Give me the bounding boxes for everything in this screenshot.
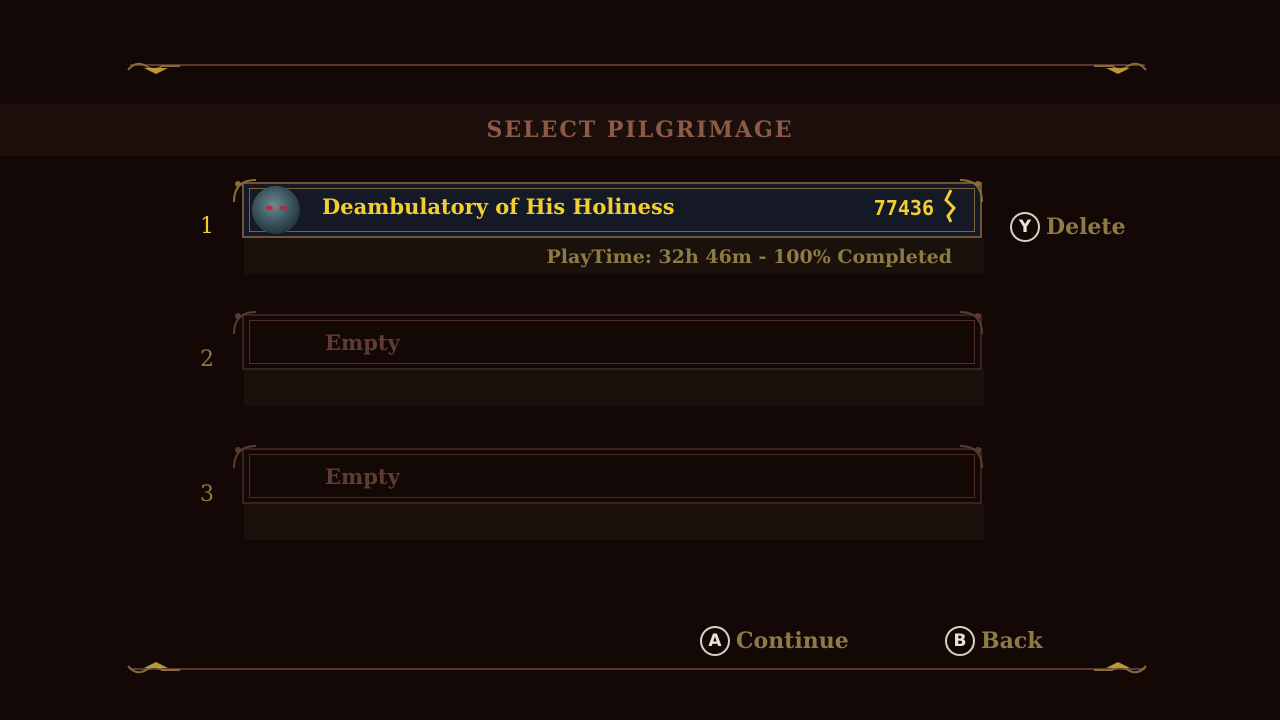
- top-left-ornament-icon: [127, 62, 180, 74]
- top-right-ornament-icon: [1094, 62, 1147, 74]
- save-slot-3[interactable]: Empty: [230, 442, 1000, 542]
- slot-details-panel: [244, 504, 984, 540]
- corner-ornament-icon: [233, 311, 257, 335]
- continue-label: Continue: [736, 628, 849, 654]
- corner-ornament-icon: [959, 445, 983, 469]
- b-button-icon: B: [945, 626, 975, 656]
- slot-number-2: 2: [200, 347, 214, 372]
- corner-ornament-icon: [233, 179, 257, 203]
- slot-details-panel: [244, 370, 984, 406]
- slot-name: Empty: [325, 464, 400, 489]
- bottom-frame-line: [130, 668, 1145, 670]
- delete-label: Delete: [1046, 214, 1126, 240]
- page-title: SELECT PILGRIMAGE: [486, 117, 794, 143]
- slot-name: Empty: [325, 330, 400, 355]
- save-slot-2[interactable]: Empty: [230, 308, 1000, 408]
- slot-name: Deambulatory of His Holiness: [322, 194, 675, 219]
- back-label: Back: [981, 628, 1043, 654]
- a-button-icon: A: [700, 626, 730, 656]
- y-button-icon: Y: [1010, 212, 1040, 242]
- corner-ornament-icon: [959, 179, 983, 203]
- delete-button[interactable]: Y Delete: [1010, 212, 1126, 242]
- playtime-status: PlayTime: 32h 46m - 100% Completed: [546, 246, 952, 268]
- back-button[interactable]: B Back: [945, 626, 1043, 656]
- top-frame-line: [130, 64, 1145, 66]
- slot-number-1: 1: [200, 214, 214, 239]
- corner-ornament-icon: [233, 445, 257, 469]
- continue-button[interactable]: A Continue: [700, 626, 849, 656]
- bottom-left-ornament-icon: [127, 662, 180, 674]
- slot-number-3: 3: [200, 482, 214, 507]
- save-slot-1[interactable]: Deambulatory of His Holiness 77436 PlayT…: [230, 176, 1000, 276]
- corner-ornament-icon: [959, 311, 983, 335]
- tears-count: 77436: [873, 196, 934, 220]
- bottom-right-ornament-icon: [1094, 662, 1147, 674]
